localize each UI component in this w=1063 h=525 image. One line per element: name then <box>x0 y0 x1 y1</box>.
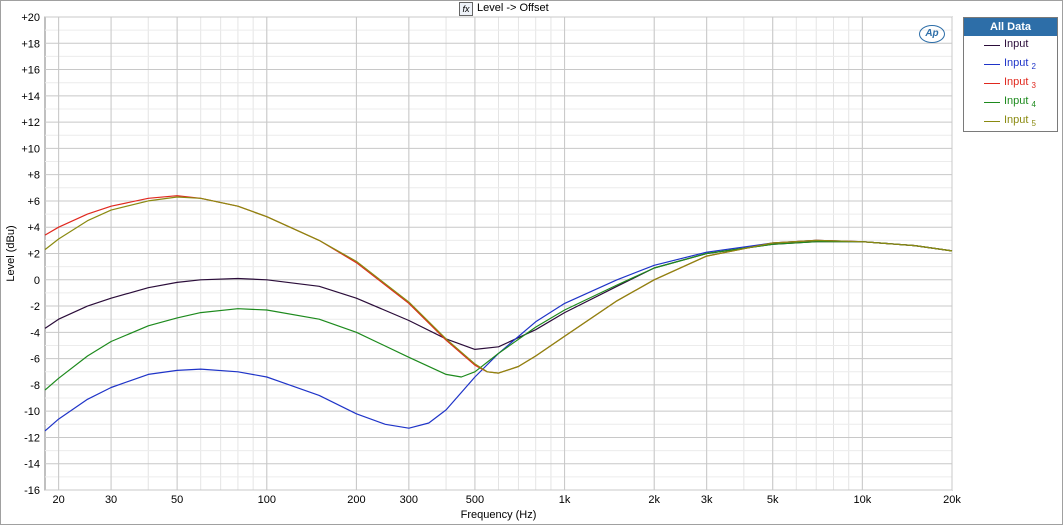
x-tick-label: 20k <box>943 494 961 506</box>
legend-item[interactable]: Input <box>964 36 1057 55</box>
legend-label-subscript: 2 <box>1031 62 1036 71</box>
y-tick-label: -10 <box>24 406 40 418</box>
x-tick-label: 2k <box>648 494 660 506</box>
ap-logo-icon: Ap <box>919 25 945 43</box>
y-tick-label: +2 <box>27 249 40 261</box>
legend-header[interactable]: All Data <box>964 18 1057 36</box>
legend-swatch <box>984 45 1000 46</box>
y-tick-label: -4 <box>30 327 40 339</box>
legend-swatch <box>984 102 1000 103</box>
y-tick-label: -14 <box>24 459 40 471</box>
legend-label-text: Input <box>1004 95 1029 107</box>
x-tick-label: 50 <box>171 494 183 506</box>
y-tick-label: +14 <box>21 91 40 103</box>
chart-title: fx Level -> Offset <box>459 2 549 16</box>
legend-item[interactable]: Input 2 <box>964 55 1057 74</box>
y-tick-label: +8 <box>27 170 40 182</box>
legend-label-text: Input <box>1004 57 1029 69</box>
legend-label: Input 5 <box>1004 114 1036 128</box>
function-icon[interactable]: fx <box>459 2 473 16</box>
legend-items: Input Input 2 Input 3 Input 4 Input 5 <box>964 36 1057 131</box>
legend-label: Input <box>1004 38 1028 50</box>
y-tick-label: +10 <box>21 143 40 155</box>
y-tick-label: 0 <box>34 275 40 287</box>
legend-swatch <box>984 64 1000 65</box>
y-tick-label: -6 <box>30 354 40 366</box>
legend-label: Input 4 <box>1004 95 1036 109</box>
y-tick-label: +4 <box>27 222 40 234</box>
legend-label: Input 2 <box>1004 57 1036 71</box>
x-tick-label: 3k <box>701 494 713 506</box>
legend-label-text: Input <box>1004 114 1029 126</box>
legend: All Data Input Input 2 Input 3 Input 4 Input 5 <box>963 17 1058 132</box>
y-tick-label: -2 <box>30 301 40 313</box>
y-tick-label: -8 <box>30 380 40 392</box>
y-tick-label: -16 <box>24 485 40 497</box>
x-axis-label: Frequency (Hz) <box>461 509 537 521</box>
x-tick-label: 30 <box>105 494 117 506</box>
chart-title-text: Level -> Offset <box>477 2 549 14</box>
legend-item[interactable]: Input 3 <box>964 74 1057 93</box>
legend-label-subscript: 3 <box>1031 81 1036 90</box>
legend-label-text: Input <box>1004 76 1029 88</box>
y-tick-label: +18 <box>21 38 40 50</box>
x-tick-label: 5k <box>767 494 779 506</box>
legend-item[interactable]: Input 4 <box>964 93 1057 112</box>
legend-swatch <box>984 83 1000 84</box>
x-tick-label: 200 <box>347 494 365 506</box>
legend-label-subscript: 4 <box>1031 100 1036 109</box>
legend-label-text: Input <box>1004 38 1029 50</box>
y-tick-label: +12 <box>21 117 40 129</box>
legend-label: Input 3 <box>1004 76 1036 90</box>
x-tick-label: 1k <box>559 494 571 506</box>
legend-swatch <box>984 121 1000 122</box>
x-tick-label: 20 <box>53 494 65 506</box>
y-tick-label: -12 <box>24 432 40 444</box>
y-tick-label: +6 <box>27 196 40 208</box>
legend-item[interactable]: Input 5 <box>964 112 1057 131</box>
x-tick-label: 100 <box>258 494 276 506</box>
chart-svg: 20 30 50 100 200 300 500 1k 2k 3k 5k 10k 20k+20+18+1… <box>5 12 961 521</box>
x-tick-label: 500 <box>466 494 484 506</box>
y-tick-label: +16 <box>21 65 40 77</box>
y-axis-label: Level (dBu) <box>5 225 17 281</box>
legend-label-subscript: 5 <box>1031 119 1036 128</box>
x-tick-label: 10k <box>853 494 871 506</box>
y-tick-label: +20 <box>21 12 40 24</box>
x-tick-label: 300 <box>400 494 418 506</box>
